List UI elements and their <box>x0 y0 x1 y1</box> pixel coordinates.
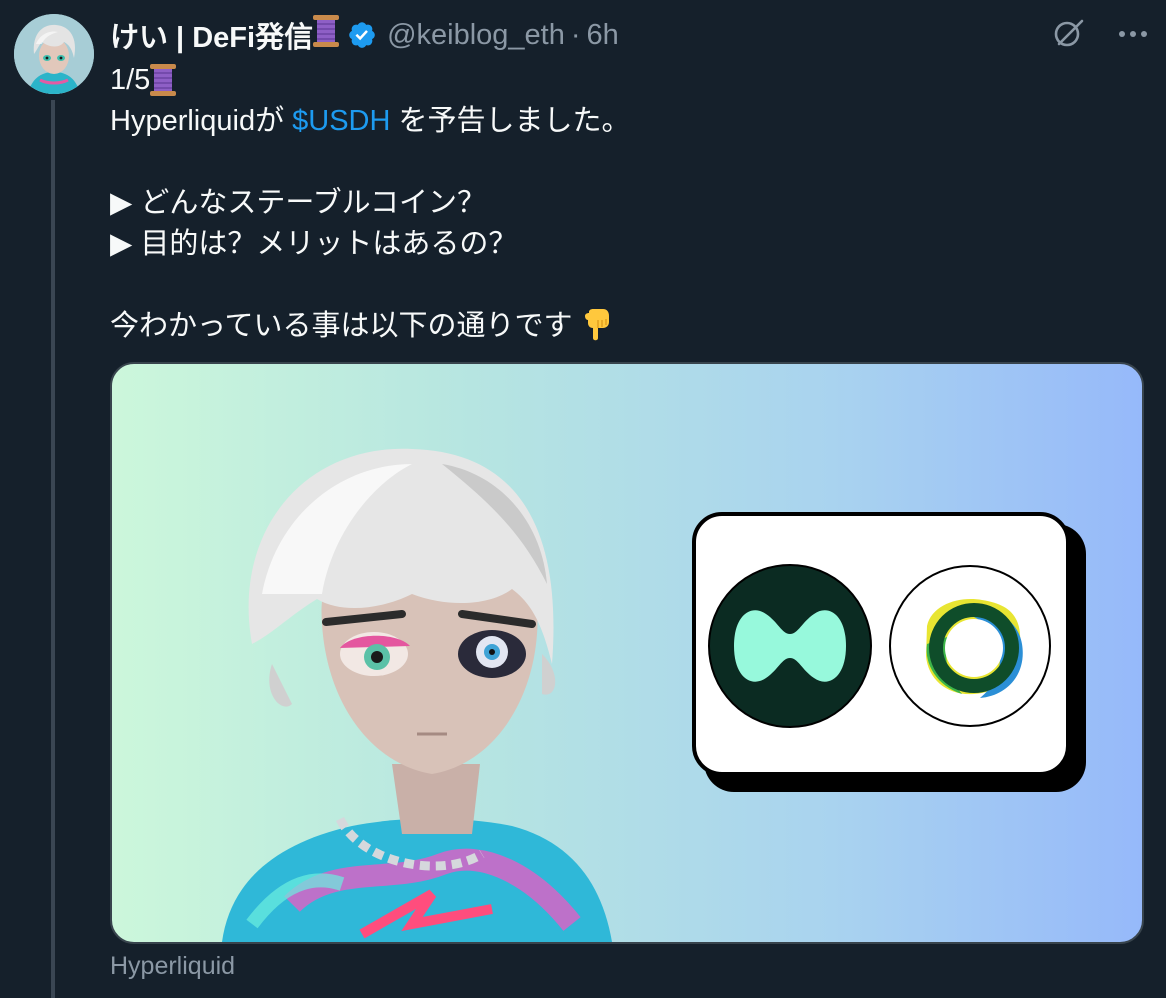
avatar-image <box>14 14 94 94</box>
bullet-line: ▶ 目的は？メリットはあるの？ <box>110 228 518 260</box>
cashtag-link[interactable]: $USDH <box>292 105 390 137</box>
media-illustration <box>222 448 1086 942</box>
verified-badge-icon[interactable] <box>347 20 377 50</box>
grok-icon[interactable] <box>1052 16 1086 55</box>
more-icon[interactable] <box>1118 26 1148 44</box>
spool-emoji-icon <box>313 15 340 55</box>
bullet-line: ▶ どんなステーブルコイン？ <box>110 187 487 219</box>
thread-connector-line <box>51 100 55 998</box>
thread-counter: 1/5 <box>110 64 151 96</box>
text-segment: Hyperliquidが <box>110 105 293 137</box>
text-line-announcement: Hyperliquidが $USDH を予告しました。 <box>110 101 1140 142</box>
pointing-down-emoji-icon <box>573 309 611 342</box>
avatar[interactable] <box>14 14 94 94</box>
display-name[interactable]: けい | DeFi発信 <box>110 14 313 56</box>
media-image[interactable] <box>110 362 1144 944</box>
text-segment: 今わかっている事は以下の通りです <box>110 310 573 342</box>
tweet-header: けい | DeFi発信 @keiblog_eth · 6h <box>110 14 619 56</box>
media-source-label[interactable]: Hyperliquid <box>110 952 235 981</box>
tweet-text: 1/5 Hyperliquidが $USDH を予告しました。 ▶ どんなステー… <box>110 60 1140 347</box>
tweet-actions-top <box>1052 14 1148 56</box>
tweet[interactable]: けい | DeFi発信 @keiblog_eth · 6h 1/5 Hyperl… <box>0 0 1166 998</box>
handle[interactable]: @keiblog_eth <box>387 19 565 52</box>
text-line-closing: 今わかっている事は以下の通りです <box>110 306 1140 347</box>
timestamp[interactable]: 6h <box>587 19 619 52</box>
separator-dot: · <box>570 18 581 51</box>
spool-emoji-icon <box>150 61 177 102</box>
thread-counter-line: 1/5 <box>110 60 1140 101</box>
text-segment: を予告しました。 <box>390 105 631 137</box>
